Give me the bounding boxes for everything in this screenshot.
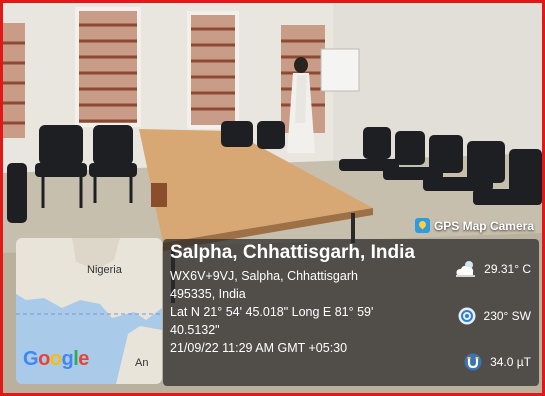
- weather-cloud-icon: [456, 261, 476, 277]
- map-pin-icon: [414, 218, 430, 233]
- magnet-icon: [464, 353, 482, 371]
- magnetic-value: 34.0 µT: [490, 355, 531, 369]
- location-info-panel: Salpha, Chhattisgarh, India WX6V+9VJ, Sa…: [163, 239, 539, 386]
- gps-map-camera-badge: GPS Map Camera: [414, 218, 534, 233]
- window-left: [75, 7, 141, 127]
- location-details: WX6V+9VJ, Salpha, Chhattisgarh 495335, I…: [170, 267, 430, 357]
- wind-value: 230° SW: [483, 309, 531, 323]
- address-line-1: WX6V+9VJ, Salpha, Chhattisgarh: [170, 269, 358, 283]
- coordinates-line-1: Lat N 21° 54' 45.018" Long E 81° 59': [170, 305, 374, 319]
- google-logo: Google: [23, 348, 89, 370]
- window-center: [187, 11, 239, 129]
- map-country-label: Nigeria: [87, 264, 122, 276]
- wind-metric: 230° SW: [457, 306, 531, 326]
- location-title: Salpha, Chhattisgarh, India: [170, 242, 415, 263]
- coordinates-line-2: 40.5132": [170, 323, 220, 337]
- map-thumbnail[interactable]: Nigeria An Google: [16, 238, 162, 384]
- badge-label: GPS Map Camera: [433, 218, 534, 233]
- photo-frame: GPS Map Camera Nigeria An Google Salpha,…: [0, 0, 545, 396]
- datetime: 21/09/22 11:29 AM GMT +05:30: [170, 341, 348, 355]
- wind-compass-icon: [458, 307, 476, 325]
- temperature-metric: 29.31° C: [453, 259, 531, 279]
- map-partial-label: An: [135, 357, 149, 369]
- temperature-value: 29.31° C: [484, 262, 531, 276]
- magnetic-metric: 34.0 µT: [463, 352, 531, 372]
- window-far-left: [3, 23, 25, 138]
- address-line-2: 495335, India: [170, 287, 246, 301]
